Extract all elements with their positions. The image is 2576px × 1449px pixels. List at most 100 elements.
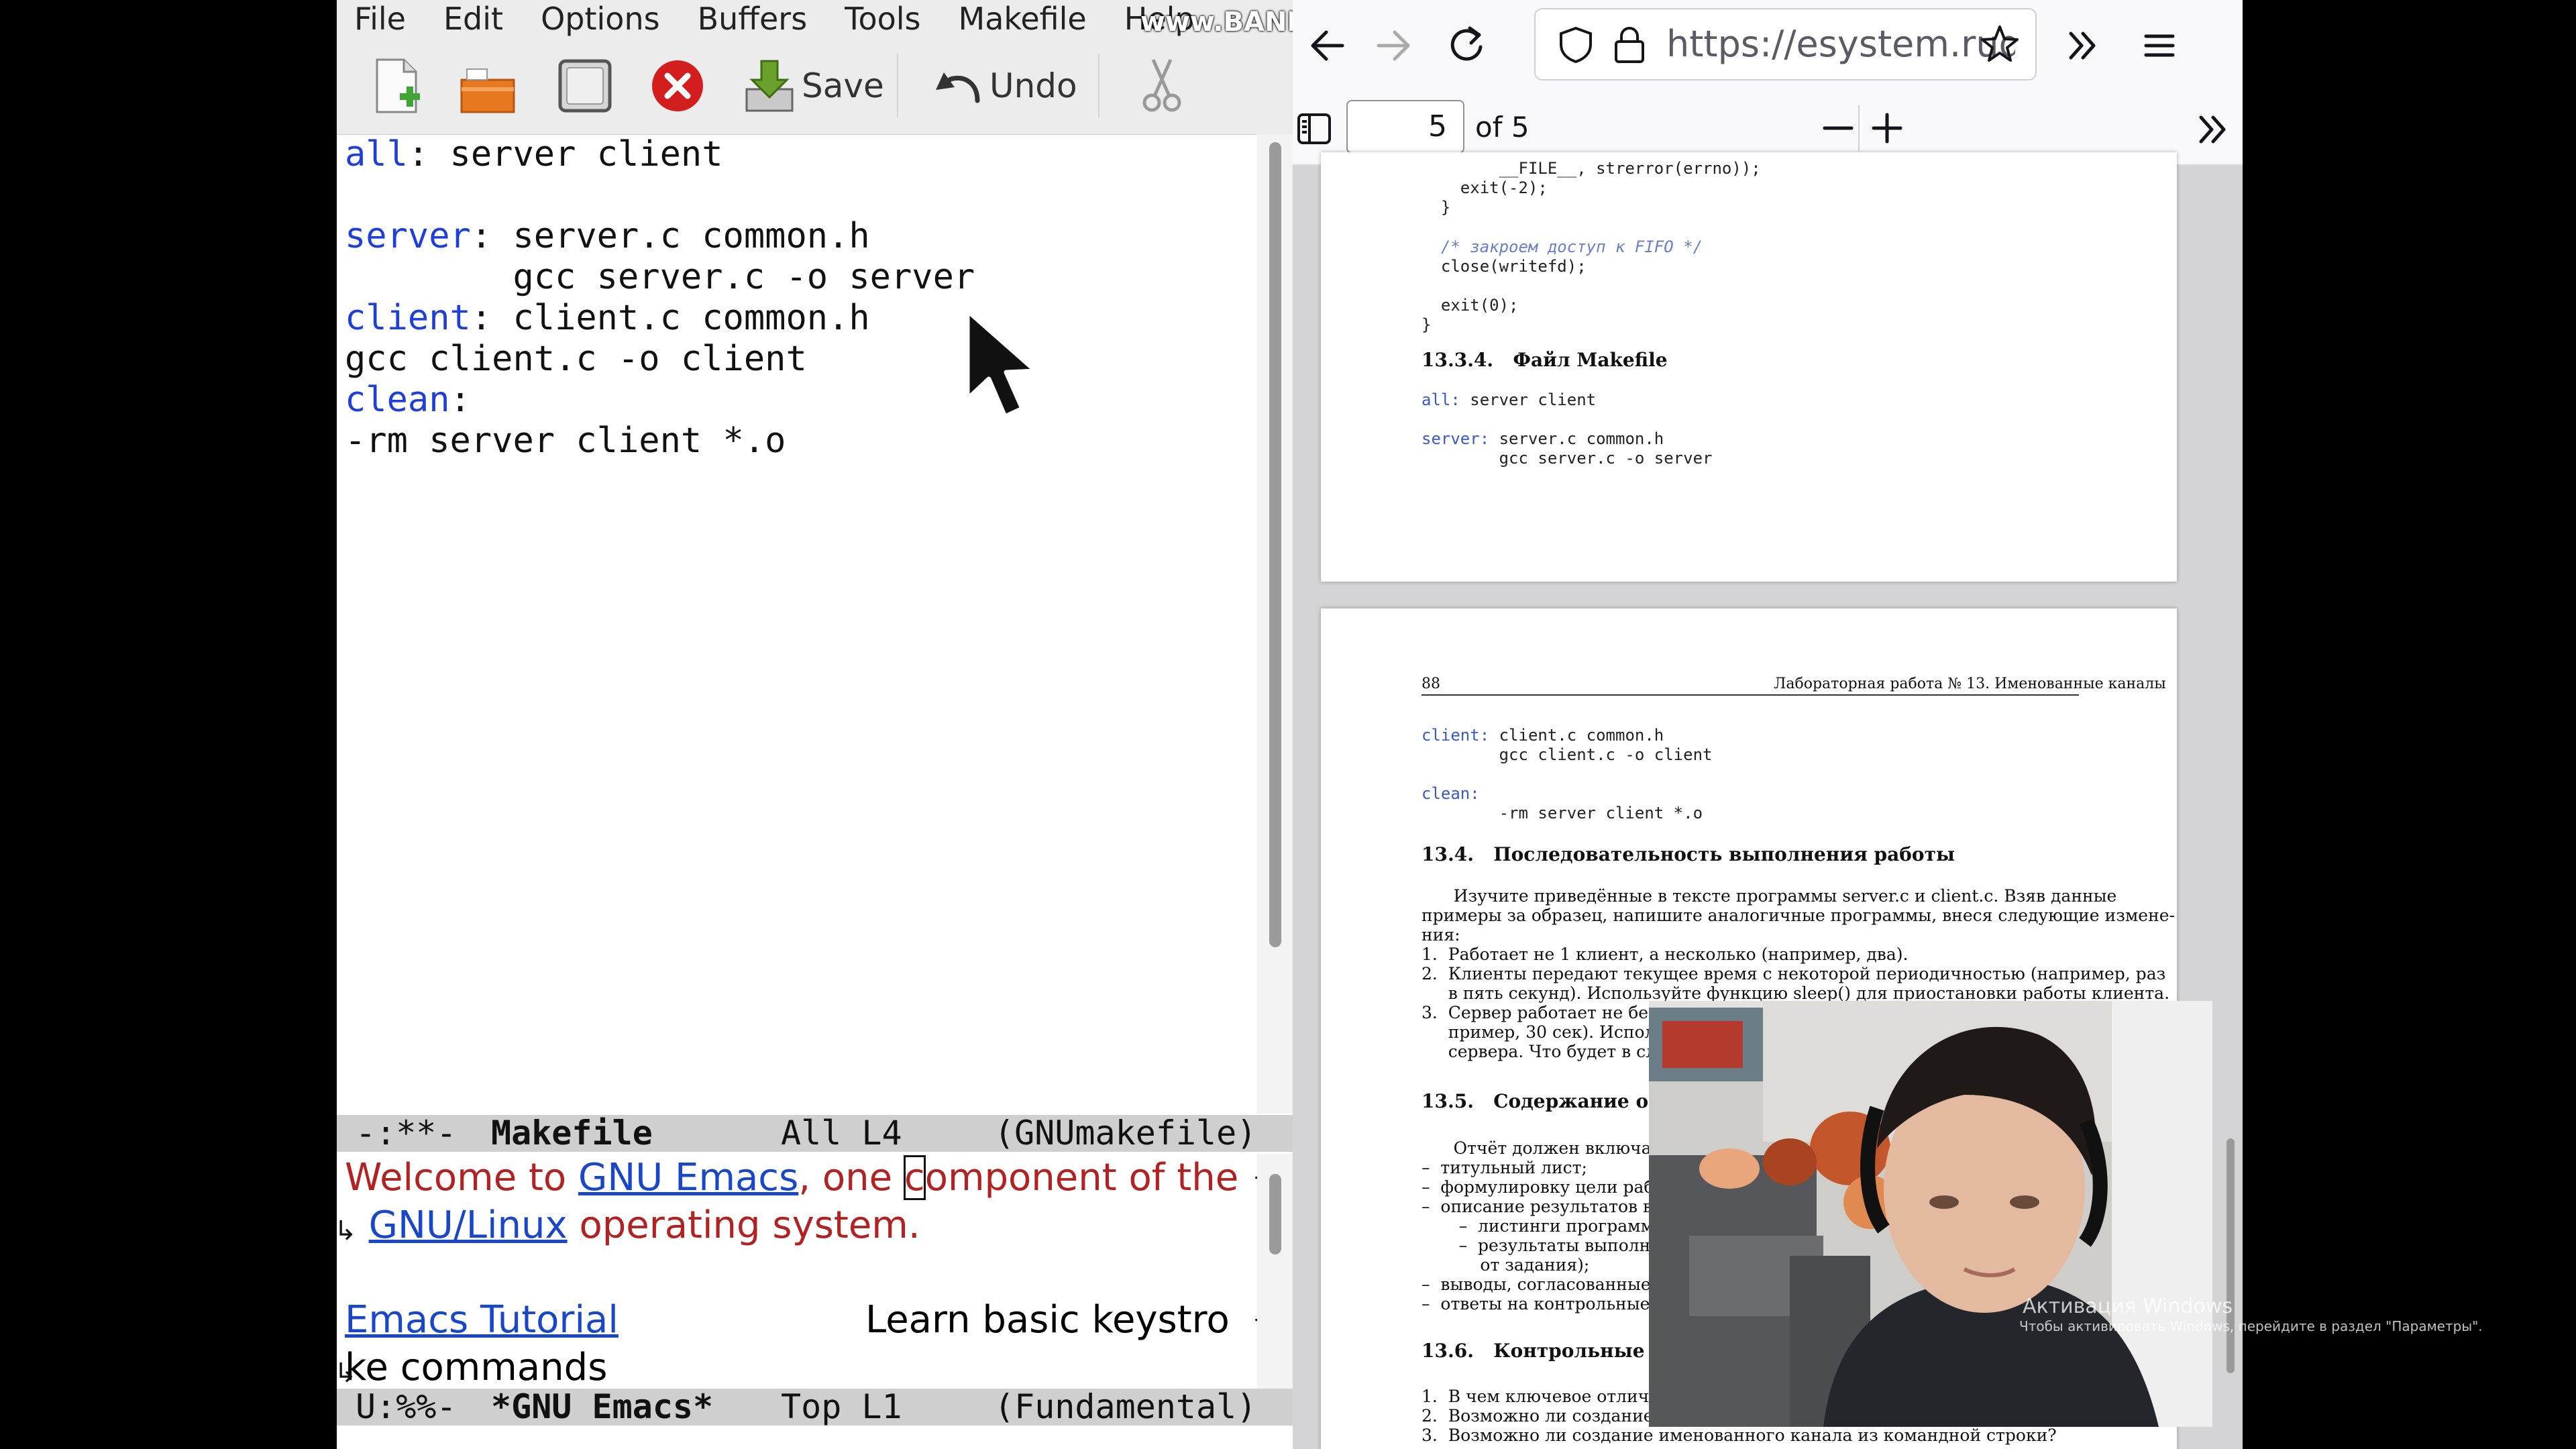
splash-scrollbar-thumb[interactable] <box>1269 1174 1281 1254</box>
pdf-code-line: } <box>1421 315 1432 334</box>
webcam-video-frame <box>1649 1001 2212 1427</box>
tutorial-description-wrap: ke commands <box>345 1346 608 1389</box>
pdf-code-line: close(writefd); <box>1421 257 1587 276</box>
pdf-paragraph: Отчёт должен включать: <box>1421 1138 1676 1158</box>
url-text: https://esystem.rudn.ru <box>1666 23 2015 65</box>
pdf-makefile-line: client: client.c common.h <box>1421 726 1664 745</box>
tutorial-link[interactable]: Emacs Tutorial <box>345 1296 619 1344</box>
activation-subtitle: Чтобы активировать Windows, перейдите в … <box>2019 1318 2483 1334</box>
double-chevron-right-icon <box>2069 32 2096 60</box>
modeline-buffer-name: Makefile <box>491 1114 653 1152</box>
double-chevron-right-icon[interactable] <box>2193 109 2233 150</box>
webcam-overlay <box>1649 1001 2212 1427</box>
pdf-scrollbar-thumb[interactable] <box>2226 1138 2235 1373</box>
menu-tools[interactable]: Tools <box>845 1 920 37</box>
open-folder-icon <box>460 68 515 113</box>
pdf-list-item: – выводы, согласованные с <box>1421 1275 1666 1294</box>
pdf-list-item: – листинги программ; <box>1421 1216 1660 1236</box>
zoom-out-icon[interactable] <box>1819 109 1857 147</box>
url-bar[interactable]: https://esystem.rudn.ru <box>1534 8 2037 80</box>
zoom-in-icon[interactable] <box>1868 109 1906 147</box>
gnu-linux-link[interactable]: GNU/Linux <box>369 1203 568 1247</box>
modeline-state: -:**- <box>356 1114 457 1152</box>
splash-screen: Welcome to GNU Emacs, one component of t… <box>337 1154 1272 1389</box>
modeline-bottom: U:%%- *GNU Emacs* Top L1 (Fundamental) <box>337 1389 1293 1426</box>
close-buffer-button[interactable] <box>647 37 708 134</box>
app-menu-button[interactable] <box>2139 25 2180 72</box>
new-file-icon <box>376 58 420 113</box>
pdf-page-4: __FILE__, strerror(errno)); exit(-2); } … <box>1321 152 2177 582</box>
editor-scrollbar-thumb[interactable] <box>1269 142 1281 947</box>
dired-button[interactable] <box>555 37 615 134</box>
undo-label: Undo <box>989 66 1077 105</box>
editor-line: server: server.c common.h <box>345 216 870 256</box>
cut-button[interactable] <box>1138 37 1185 134</box>
pdf-list-item: от задания); <box>1421 1255 1590 1275</box>
splash-scrollbar[interactable] <box>1257 1154 1293 1389</box>
pdf-page-number: 88 <box>1421 676 1440 692</box>
gnu-emacs-link[interactable]: GNU Emacs <box>578 1156 798 1199</box>
pdf-makefile-line: gcc server.c -o server <box>1421 449 1713 468</box>
toolbar-separator <box>1098 54 1099 117</box>
save-button[interactable]: Save <box>743 37 884 134</box>
new-file-button[interactable] <box>370 37 424 134</box>
pdf-heading-sequence: 13.4. Последовательность выполнения рабо… <box>1421 843 1955 865</box>
pdf-code-line: } <box>1421 198 1451 217</box>
pdf-list-item: – титульный лист; <box>1421 1158 1587 1177</box>
arrow-left-icon <box>1311 30 1344 61</box>
pdf-list-item: 2. Клиенты передают текущее время с неко… <box>1421 964 2166 983</box>
reload-icon <box>1450 26 1483 61</box>
pdf-heading-makefile: 13.3.4. Файл Makefile <box>1421 349 1668 371</box>
pdf-paragraph: примеры за образец, напишите аналогичные… <box>1421 906 2175 925</box>
reload-button[interactable] <box>1446 24 1489 73</box>
toolbar-separator <box>1858 105 1860 151</box>
windows-activation-watermark: Активация Windows Чтобы активировать Win… <box>2019 1295 2483 1334</box>
line-continuation-icon: ↳ <box>337 1216 357 1246</box>
shield-icon <box>1560 26 1592 64</box>
editor-line: clean: <box>345 380 471 420</box>
editor-line: gcc server.c -o server <box>345 257 975 297</box>
open-file-button[interactable] <box>458 37 518 134</box>
menu-file[interactable]: File <box>354 1 406 37</box>
sidebar-toggle-icon[interactable] <box>1295 109 1334 148</box>
arrow-right-icon <box>1377 30 1410 61</box>
pdf-list-item: 3. Сервер работает не беско <box>1421 1003 1678 1022</box>
mouse-pointer-icon <box>965 308 1038 419</box>
pdf-list-item: пример, 30 сек). Использу <box>1421 1022 1684 1042</box>
forward-button[interactable] <box>1372 24 1415 73</box>
menu-makefile[interactable]: Makefile <box>959 1 1087 37</box>
pdf-list-item: сервера. Что будет в случа <box>1421 1042 1688 1061</box>
lock-icon <box>1615 27 1644 63</box>
menu-edit[interactable]: Edit <box>443 1 503 37</box>
pdf-makefile-line: all: server client <box>1421 390 1597 409</box>
menu-options[interactable]: Options <box>541 1 660 37</box>
editor-buffer-makefile[interactable]: all: server client server: server.c comm… <box>337 134 1256 1114</box>
modeline-state: U:%%- <box>356 1387 457 1426</box>
page-number-input[interactable]: 5 <box>1346 100 1464 154</box>
pdf-code-line: exit(0); <box>1421 296 1519 315</box>
modeline-position: All L4 <box>781 1114 902 1152</box>
undo-button[interactable]: Undo <box>930 37 1077 134</box>
menu-buffers[interactable]: Buffers <box>698 1 808 37</box>
save-label: Save <box>802 66 884 105</box>
tutorial-description: Learn basic keystro <box>865 1298 1230 1342</box>
modeline-major-mode[interactable]: (GNUmakefile) <box>994 1115 1256 1152</box>
bookmark-star-icon[interactable] <box>1978 23 2021 66</box>
modeline-buffer-name: *GNU Emacs* <box>491 1387 714 1426</box>
back-button[interactable] <box>1306 24 1349 73</box>
overflow-tabs-button[interactable] <box>2063 25 2103 72</box>
firefox-navbar: https://esystem.rudn.ru <box>1293 0 2243 91</box>
pdf-list-item: – описание результатов вып <box>1421 1197 1677 1216</box>
pdf-paragraph: ния: <box>1421 925 1460 945</box>
page-total-label: of 5 <box>1475 111 1529 144</box>
toolbar-separator <box>897 54 898 117</box>
pdf-code-line: __FILE__, strerror(errno)); <box>1421 159 1761 178</box>
pdf-makefile-line: -rm server client *.o <box>1421 804 1703 822</box>
editor-line: gcc client.c -o client <box>345 339 807 379</box>
pdf-header-rule <box>1421 694 2079 696</box>
pdf-running-header: Лабораторная работа № 13. Именованные ка… <box>1774 676 2166 692</box>
text-cursor: c <box>903 1155 926 1200</box>
modeline-major-mode[interactable]: (Fundamental) <box>994 1389 1256 1426</box>
editor-scrollbar[interactable] <box>1257 134 1293 1114</box>
emacs-toolbar: Save Undo <box>337 37 1293 135</box>
